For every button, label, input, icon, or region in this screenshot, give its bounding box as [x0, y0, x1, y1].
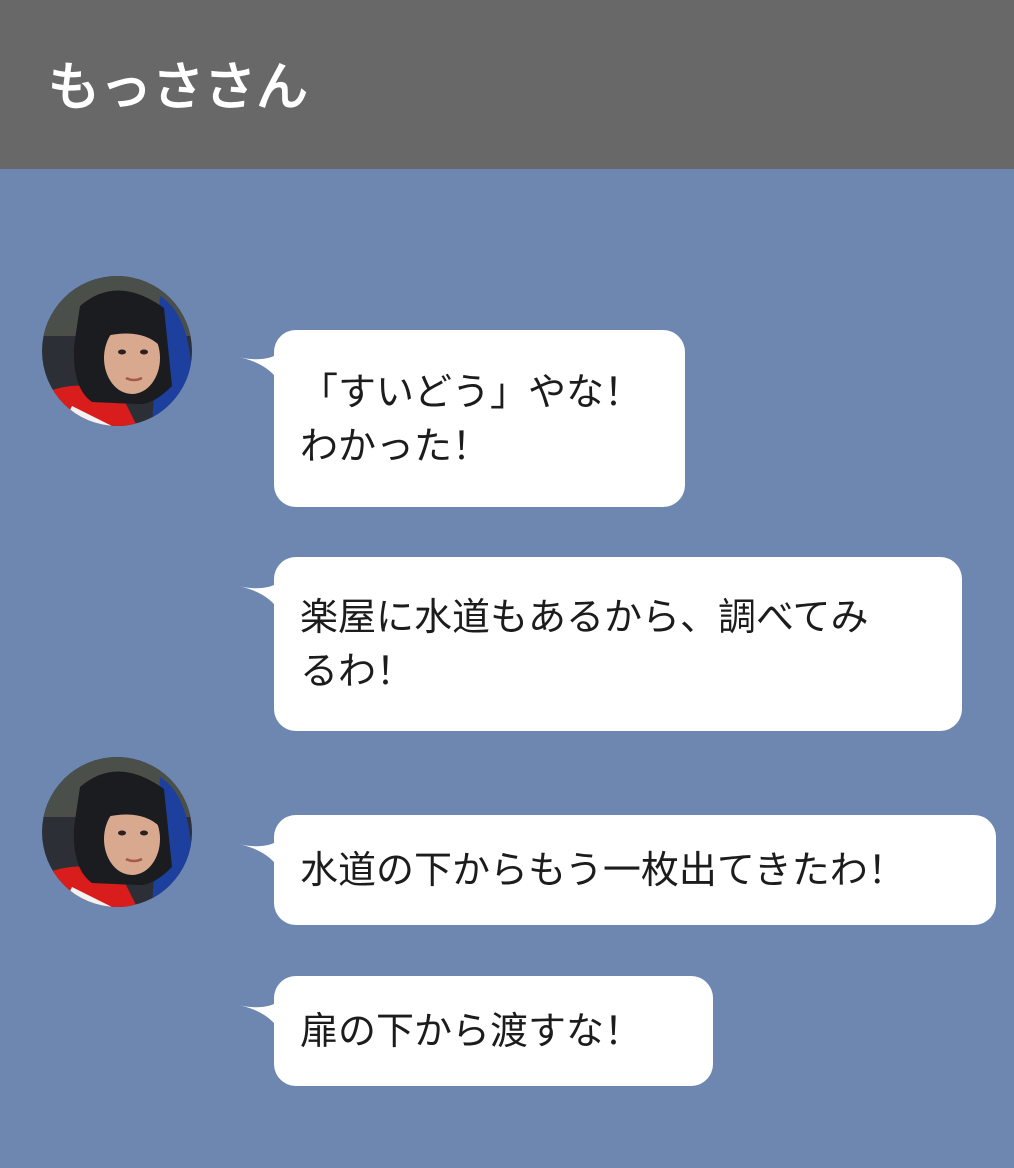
contact-avatar[interactable] — [42, 757, 192, 907]
chat-title: もっささん — [48, 58, 309, 118]
message-bubble[interactable]: 楽屋に水道もあるから、調べてみ るわ！ — [274, 557, 962, 731]
contact-avatar[interactable] — [42, 276, 192, 426]
avatar-photo — [42, 276, 192, 426]
chat-header: もっささん — [0, 0, 1014, 169]
message-text: 扉の下から渡すな！ — [300, 1009, 643, 1053]
message-bubble[interactable]: 「すいどう」やな！ わかった！ — [274, 330, 685, 507]
message-bubble[interactable]: 水道の下からもう一枚出てきたわ！ — [274, 815, 996, 925]
avatar-photo — [42, 757, 192, 907]
message-bubble[interactable]: 扉の下から渡すな！ — [274, 976, 713, 1086]
message-text: 楽屋に水道もあるから、調べてみ るわ！ — [300, 595, 869, 693]
message-text: 「すいどう」やな！ わかった！ — [300, 369, 643, 468]
message-text: 水道の下からもう一枚出てきたわ！ — [300, 848, 906, 892]
message-list[interactable]: 「すいどう」やな！ わかった！ 楽屋に水道もあるから、調べてみ るわ！ 水道の下… — [0, 169, 1014, 1168]
